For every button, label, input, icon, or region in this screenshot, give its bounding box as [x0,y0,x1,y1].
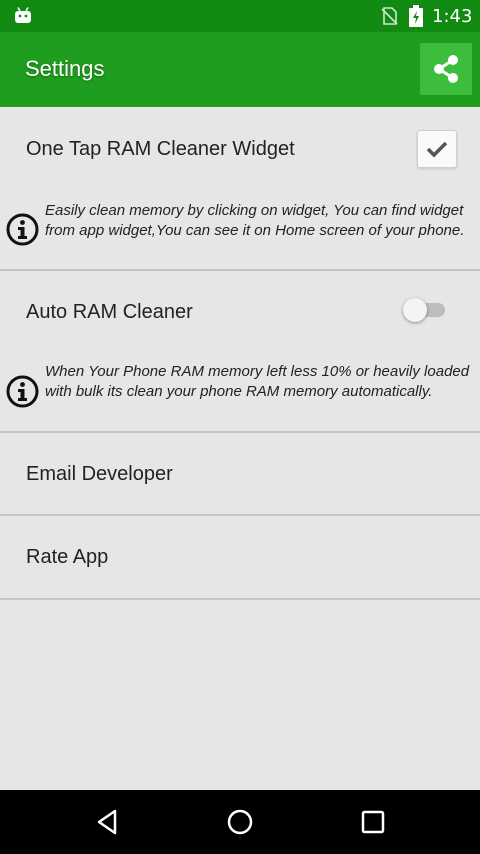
share-button[interactable] [420,43,472,95]
divider [0,514,480,516]
email-developer-label: Email Developer [26,463,173,485]
status-clock: 1:43 [432,6,473,27]
android-icon [15,7,31,23]
info-icon [6,375,39,408]
page-title: Settings [25,56,105,81]
app-bar: Settings [0,32,480,107]
auto-clean-title: Auto RAM Cleaner [26,301,193,323]
recents-icon[interactable] [358,807,388,837]
rate-app-label: Rate App [26,546,109,568]
share-icon [434,55,458,83]
no-sim-icon [381,7,398,25]
info-icon [6,213,39,246]
home-icon[interactable] [225,807,255,837]
divider [0,269,480,271]
check-icon [426,141,448,158]
navigation-bar [0,790,480,854]
toggle-thumb [403,298,427,322]
widget-checkbox[interactable] [417,130,457,168]
auto-clean-toggle[interactable] [403,298,447,322]
back-icon[interactable] [93,807,123,837]
auto-clean-info-text: When Your Phone RAM memory left less 10%… [45,363,470,400]
status-bar: 1:43 [0,0,480,32]
divider [0,431,480,433]
battery-charging-icon [409,5,423,27]
widget-info-text: Easily clean memory by clicking on widge… [45,202,465,239]
divider [0,598,480,600]
widget-setting-title: One Tap RAM Cleaner Widget [26,138,295,160]
